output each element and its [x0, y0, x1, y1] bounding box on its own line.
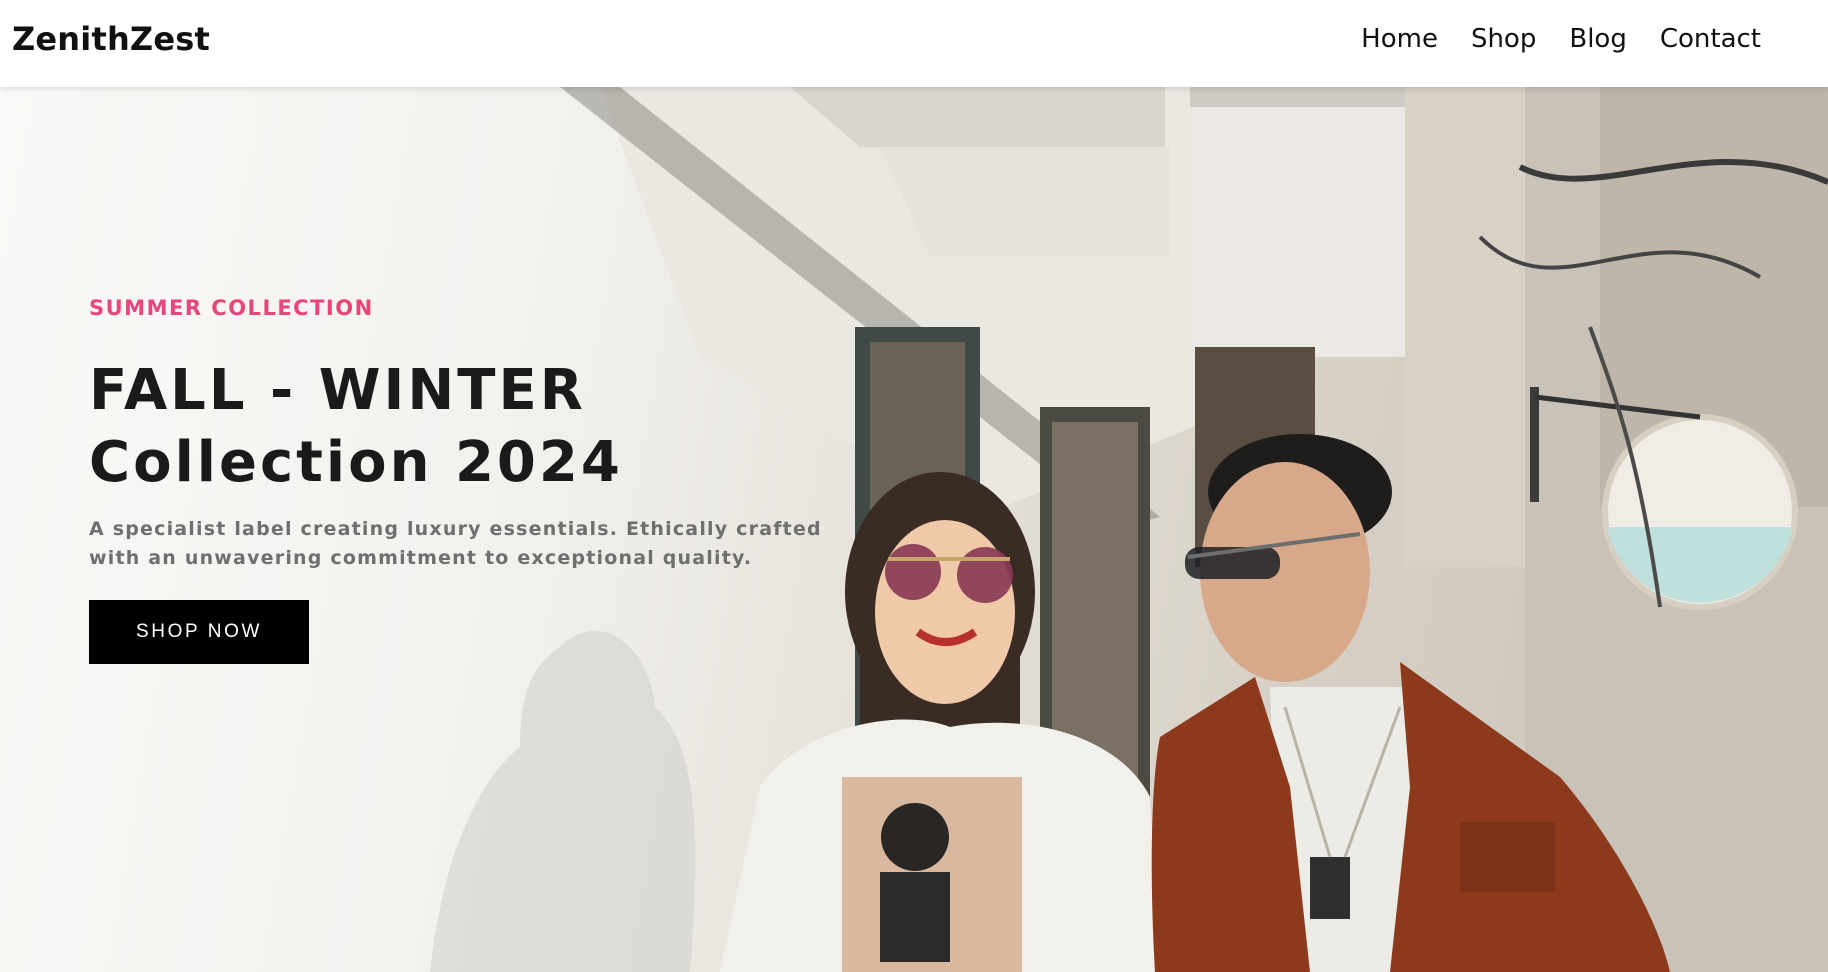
hero-title: FALL - WINTER Collection 2024	[89, 355, 623, 499]
brand-logo[interactable]: ZenithZest	[12, 20, 210, 58]
nav-link-shop[interactable]: Shop	[1471, 24, 1536, 54]
hero-description: A specialist label creating luxury essen…	[89, 518, 822, 569]
hero-title-line-1: FALL - WINTER	[89, 358, 586, 423]
site-header: ZenithZest Home Shop Blog Contact	[0, 0, 1828, 87]
nav-link-blog[interactable]: Blog	[1569, 24, 1626, 54]
main-nav: Home Shop Blog Contact	[1361, 24, 1761, 54]
nav-link-home[interactable]: Home	[1361, 24, 1438, 54]
hero-kicker: SUMMER COLLECTION	[89, 296, 374, 320]
hero-banner: SUMMER COLLECTION FALL - WINTER Collecti…	[0, 87, 1828, 972]
shop-now-button[interactable]: SHOP NOW	[89, 600, 309, 664]
hero-title-line-2: Collection 2024	[89, 430, 623, 495]
nav-link-contact[interactable]: Contact	[1660, 24, 1761, 54]
